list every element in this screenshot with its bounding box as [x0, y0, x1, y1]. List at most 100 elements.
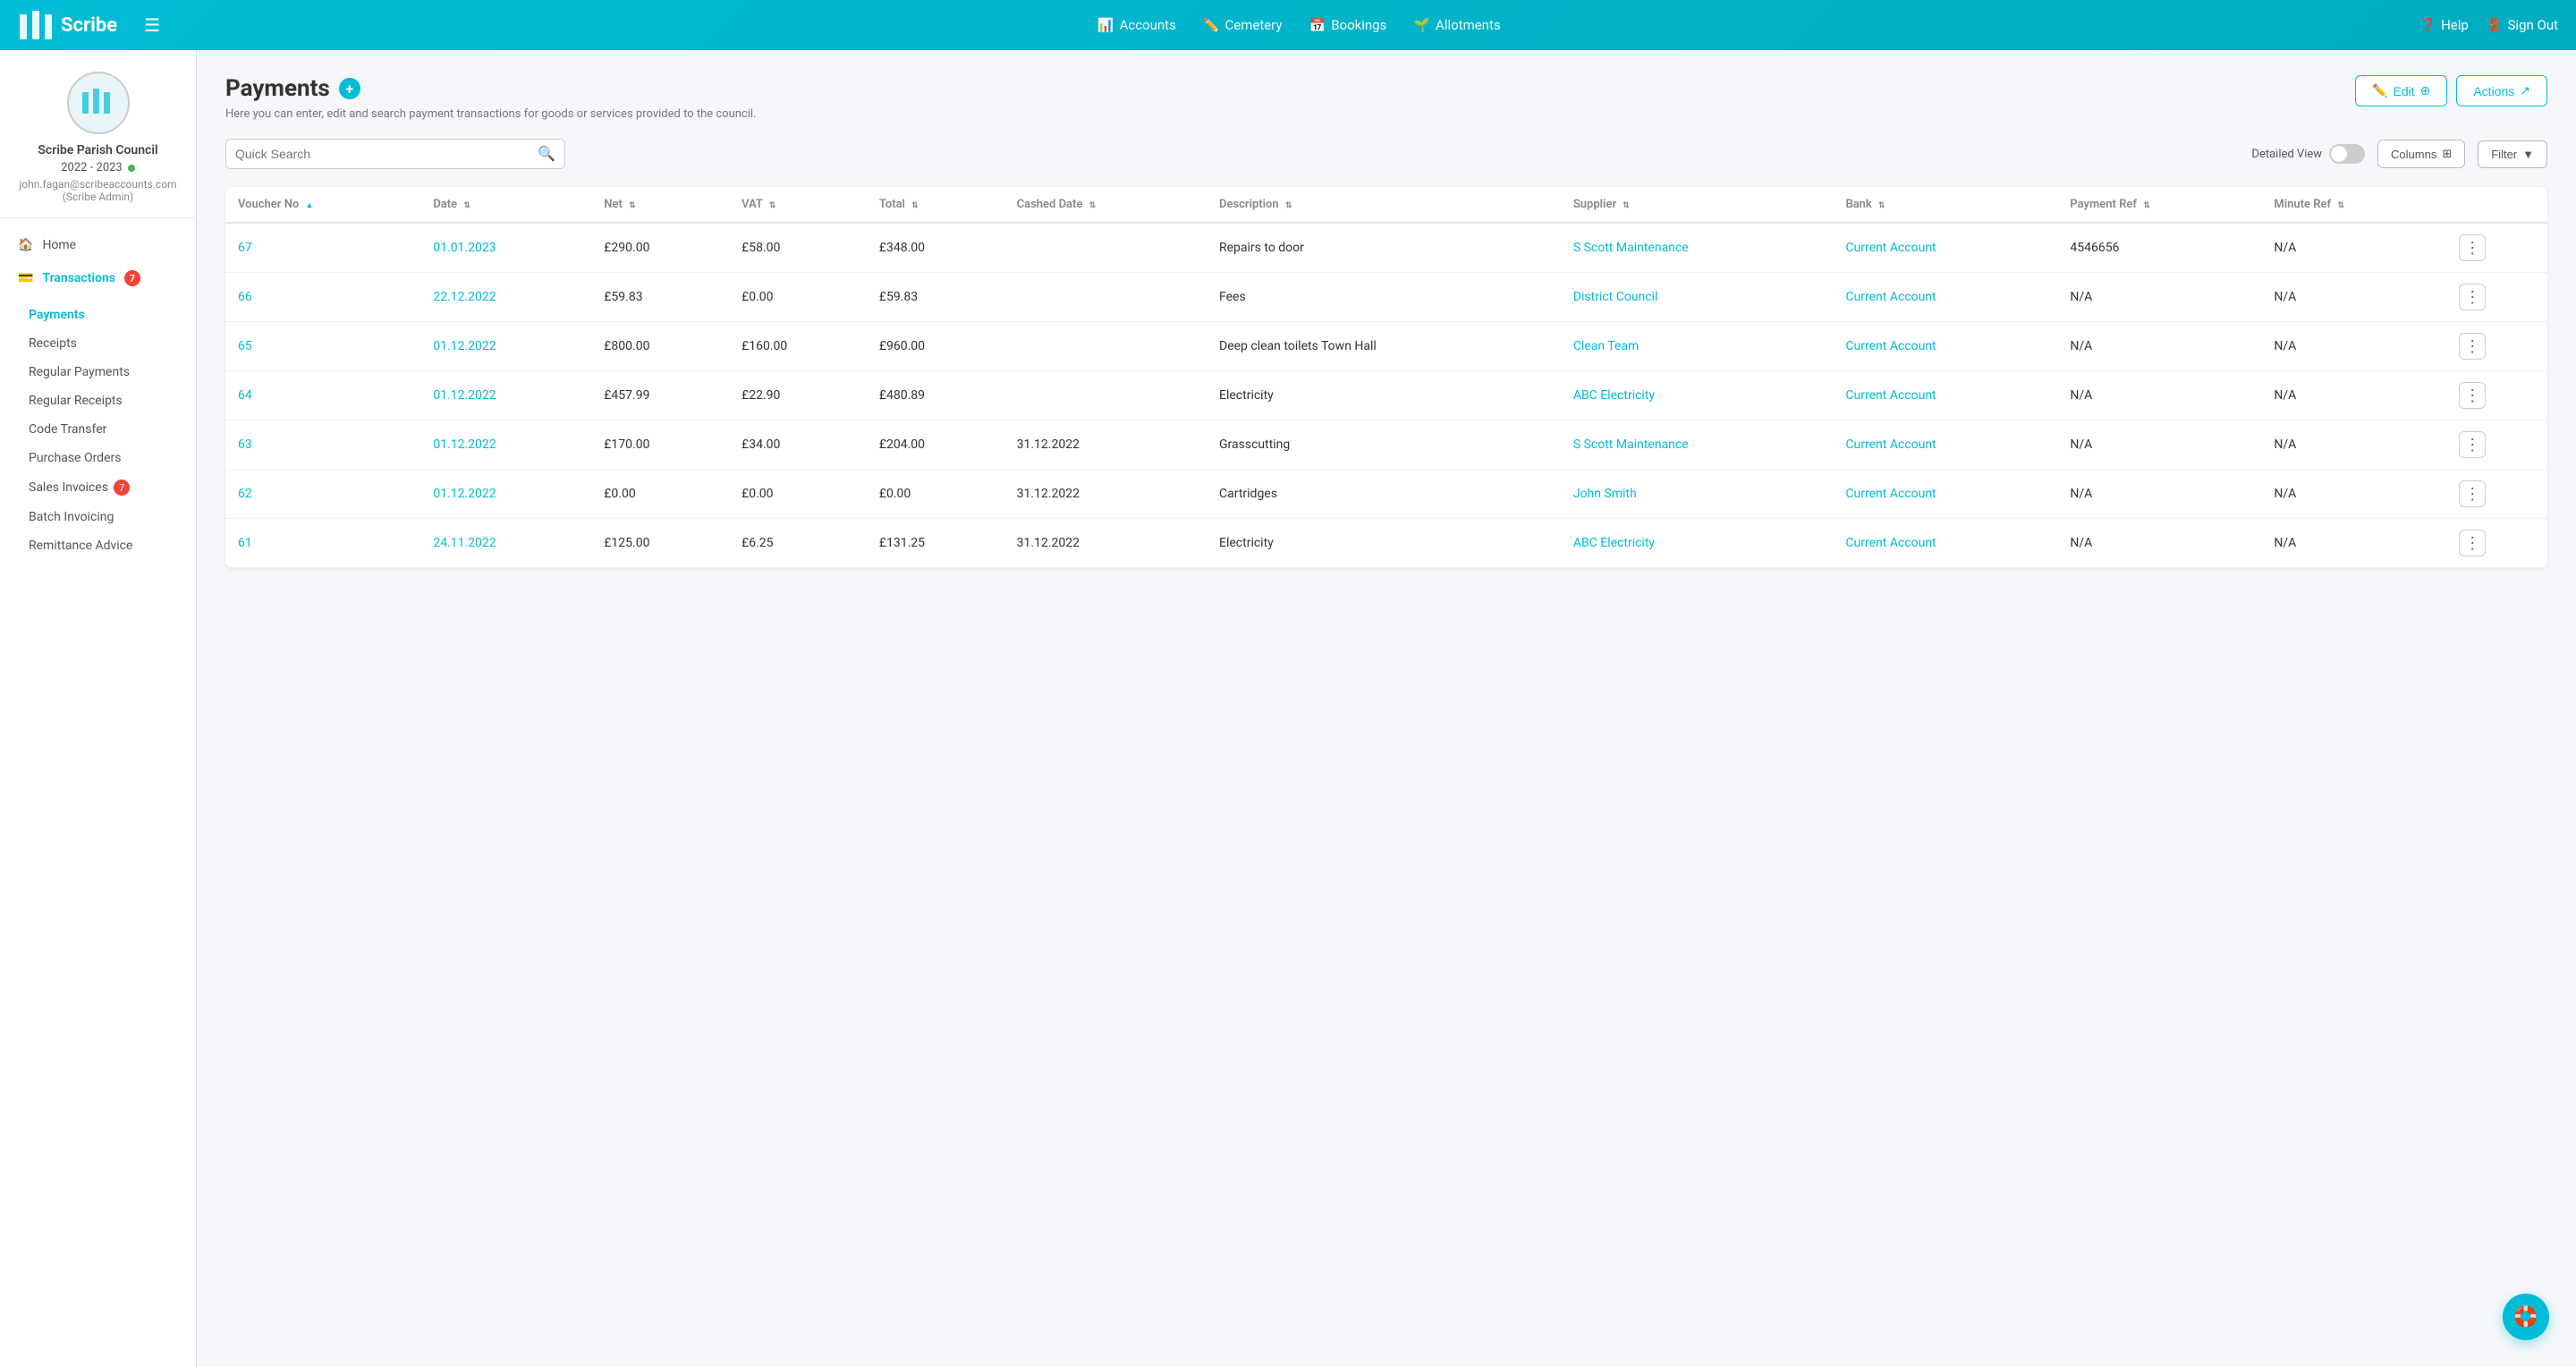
supplier-link[interactable]: District Council [1573, 290, 1658, 304]
cell-actions: ⋮ [2446, 470, 2547, 519]
search-button[interactable]: 🔍 [538, 145, 555, 163]
sidebar-item-regular-payments[interactable]: Regular Payments [0, 358, 196, 386]
supplier-link[interactable]: John Smith [1573, 487, 1637, 501]
add-payment-button[interactable]: + [339, 78, 360, 99]
table-row: 61 24.11.2022 £125.00 £6.25 £131.25 31.1… [225, 519, 2547, 568]
cell-date: 01.12.2022 [420, 322, 591, 371]
cell-cashed-date [1004, 273, 1207, 322]
cell-actions: ⋮ [2446, 519, 2547, 568]
voucher-link[interactable]: 63 [238, 437, 252, 452]
voucher-link[interactable]: 66 [238, 290, 252, 304]
voucher-link[interactable]: 67 [238, 241, 252, 255]
council-name: Scribe Parish Council [14, 143, 182, 157]
col-date[interactable]: Date ⇅ [420, 187, 591, 223]
cell-voucher-no: 61 [225, 519, 420, 568]
col-voucher-no[interactable]: Voucher No ▲ [225, 187, 420, 223]
cell-payment-ref: N/A [2057, 519, 2261, 568]
detailed-view-switch[interactable] [2329, 144, 2365, 164]
cell-date: 01.12.2022 [420, 470, 591, 519]
row-action-button[interactable]: ⋮ [2459, 382, 2486, 409]
actions-button[interactable]: Actions ↗ [2456, 75, 2547, 106]
filter-icon: ▼ [2522, 148, 2534, 161]
col-net[interactable]: Net ⇅ [591, 187, 729, 223]
row-action-button[interactable]: ⋮ [2459, 284, 2486, 310]
nav-allotments[interactable]: 🌱 Allotments [1413, 17, 1500, 33]
active-dot [128, 165, 135, 172]
cell-bank: Current Account [1833, 223, 2057, 273]
col-minute-ref[interactable]: Minute Ref ⇅ [2261, 187, 2446, 223]
sidebar-item-purchase-orders[interactable]: Purchase Orders [0, 444, 196, 472]
sidebar-item-batch-invoicing[interactable]: Batch Invoicing [0, 503, 196, 531]
hamburger-button[interactable]: ☰ [144, 14, 160, 37]
cell-payment-ref: N/A [2057, 322, 2261, 371]
bookings-icon: 📅 [1309, 17, 1326, 33]
top-nav-right: ❓ Help 🚪 Sign Out [2419, 17, 2558, 33]
supplier-link[interactable]: Clean Team [1573, 339, 1639, 353]
cell-minute-ref: N/A [2261, 420, 2446, 470]
cell-voucher-no: 62 [225, 470, 420, 519]
app-logo[interactable]: Scribe [18, 7, 117, 43]
signout-link[interactable]: 🚪 Sign Out [2487, 17, 2558, 33]
cell-total: £348.00 [867, 223, 1004, 273]
sidebar-item-receipts[interactable]: Receipts [0, 329, 196, 358]
voucher-link[interactable]: 64 [238, 388, 252, 403]
col-total[interactable]: Total ⇅ [867, 187, 1004, 223]
col-row-actions [2446, 187, 2547, 223]
row-action-button[interactable]: ⋮ [2459, 530, 2486, 556]
sidebar-item-code-transfer[interactable]: Code Transfer [0, 415, 196, 444]
fab-support[interactable]: 🛟 [2503, 1294, 2549, 1340]
sidebar-item-remittance-advice[interactable]: Remittance Advice [0, 531, 196, 560]
search-input[interactable] [235, 147, 538, 161]
help-link[interactable]: ❓ Help [2419, 17, 2468, 33]
col-supplier[interactable]: Supplier ⇅ [1561, 187, 1834, 223]
voucher-link[interactable]: 61 [238, 536, 252, 550]
col-bank[interactable]: Bank ⇅ [1833, 187, 2057, 223]
col-payment-ref[interactable]: Payment Ref ⇅ [2057, 187, 2261, 223]
supplier-link[interactable]: ABC Electricity [1573, 388, 1655, 403]
voucher-link[interactable]: 65 [238, 339, 252, 353]
row-action-button[interactable]: ⋮ [2459, 333, 2486, 360]
cell-description: Deep clean toilets Town Hall [1207, 322, 1561, 371]
row-action-button[interactable]: ⋮ [2459, 234, 2486, 261]
app-name: Scribe [61, 14, 117, 37]
sidebar-item-payments[interactable]: Payments [0, 301, 196, 329]
nav-cemetery[interactable]: ✏️ Cemetery [1203, 17, 1283, 33]
col-vat[interactable]: VAT ⇅ [729, 187, 867, 223]
filter-button[interactable]: Filter ▼ [2478, 140, 2547, 168]
sidebar-item-transactions[interactable]: 💳 Transactions 7 [0, 261, 196, 295]
cell-net: £59.83 [591, 273, 729, 322]
cell-actions: ⋮ [2446, 420, 2547, 470]
sidebar-item-sales-invoices[interactable]: Sales Invoices 7 [0, 472, 196, 503]
columns-button[interactable]: Columns ⊞ [2377, 140, 2465, 168]
cell-net: £170.00 [591, 420, 729, 470]
table-row: 62 01.12.2022 £0.00 £0.00 £0.00 31.12.20… [225, 470, 2547, 519]
supplier-link[interactable]: ABC Electricity [1573, 536, 1655, 550]
sidebar-item-home[interactable]: 🏠 Home [0, 229, 196, 261]
year-badge: 2022 - 2023 [14, 161, 182, 174]
cell-actions: ⋮ [2446, 322, 2547, 371]
sidebar-item-regular-receipts[interactable]: Regular Receipts [0, 386, 196, 415]
supplier-link[interactable]: S Scott Maintenance [1573, 437, 1689, 452]
sort-arrows-minref: ⇅ [2337, 202, 2344, 210]
cell-vat: £0.00 [729, 470, 867, 519]
table-row: 64 01.12.2022 £457.99 £22.90 £480.89 Ele… [225, 371, 2547, 420]
col-description[interactable]: Description ⇅ [1207, 187, 1561, 223]
nav-accounts[interactable]: 📊 Accounts [1097, 17, 1176, 33]
cell-bank: Current Account [1833, 420, 2057, 470]
voucher-link[interactable]: 62 [238, 487, 252, 501]
cell-net: £125.00 [591, 519, 729, 568]
table-row: 66 22.12.2022 £59.83 £0.00 £59.83 Fees D… [225, 273, 2547, 322]
supplier-link[interactable]: S Scott Maintenance [1573, 241, 1689, 255]
cell-actions: ⋮ [2446, 273, 2547, 322]
row-action-button[interactable]: ⋮ [2459, 480, 2486, 507]
nav-bookings[interactable]: 📅 Bookings [1309, 17, 1387, 33]
payments-table-wrapper: Voucher No ▲ Date ⇅ Net ⇅ [225, 187, 2547, 568]
date-value: 01.12.2022 [433, 388, 496, 403]
cell-minute-ref: N/A [2261, 519, 2446, 568]
edit-button[interactable]: ✏️ Edit ⊕ [2355, 75, 2447, 106]
accounts-icon: 📊 [1097, 17, 1114, 33]
cell-description: Grasscutting [1207, 420, 1561, 470]
row-action-button[interactable]: ⋮ [2459, 431, 2486, 458]
col-cashed-date[interactable]: Cashed Date ⇅ [1004, 187, 1207, 223]
cell-supplier: S Scott Maintenance [1561, 420, 1834, 470]
